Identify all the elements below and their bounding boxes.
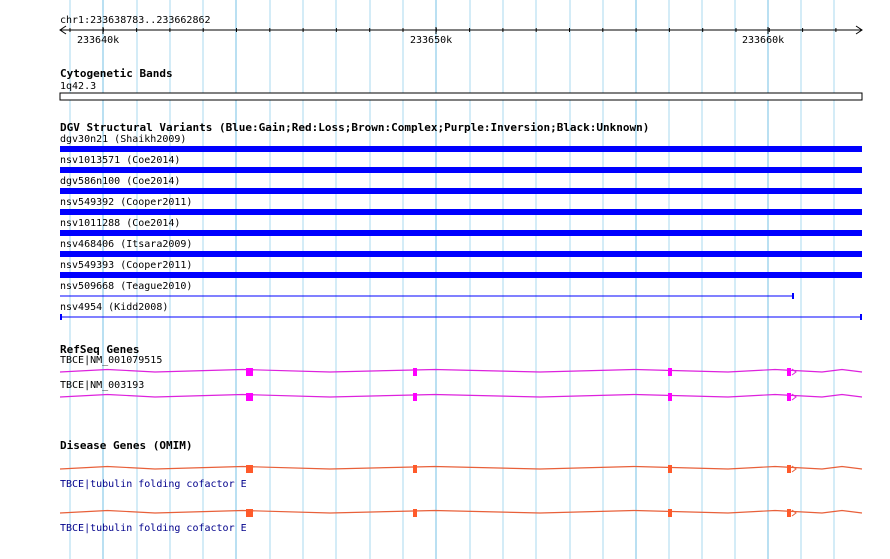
dgv-variant-label: nsv509668 (Teague2010) xyxy=(60,281,193,292)
exon-block[interactable] xyxy=(413,393,417,401)
intron-line xyxy=(59,465,863,470)
dgv-gain-bar[interactable] xyxy=(60,209,862,215)
dgv-variant-label: nsv549392 (Cooper2011) xyxy=(60,197,193,208)
omim-gene-model[interactable] xyxy=(0,506,890,520)
dgv-gain-bar[interactable] xyxy=(60,251,862,257)
refseq-transcript-model[interactable] xyxy=(0,365,890,379)
cytoband-rect xyxy=(59,92,863,101)
exon-block[interactable] xyxy=(246,393,253,401)
dgv-gain-bar[interactable] xyxy=(60,272,862,278)
dgv-variant-feature[interactable] xyxy=(0,314,890,324)
intron-line xyxy=(59,368,863,373)
dgv-gain-bar[interactable] xyxy=(60,188,862,194)
intron-line xyxy=(59,393,863,398)
strand-arrow-icon xyxy=(791,368,797,376)
ruler-tick-label-1: 233640k xyxy=(77,35,120,46)
cytoband-track-title: Cytogenetic Bands xyxy=(60,67,173,80)
dgv-gain-bar[interactable] xyxy=(60,167,862,173)
dgv-variant-label: nsv1011288 (Coe2014) xyxy=(60,218,181,229)
omim-gene-label[interactable]: TBCE|tubulin folding cofactor E xyxy=(60,523,247,534)
exon-block[interactable] xyxy=(246,509,253,517)
dgv-variant-label: dgv586n100 (Coe2014) xyxy=(60,176,181,187)
exon-block[interactable] xyxy=(413,368,417,376)
omim-gene-model[interactable] xyxy=(0,462,890,476)
dgv-variant-label: nsv1013571 (Coe2014) xyxy=(60,155,181,166)
exon-block[interactable] xyxy=(668,465,672,473)
exon-block[interactable] xyxy=(787,465,791,473)
exon-block[interactable] xyxy=(413,509,417,517)
ruler-tick-label-2: 233650k xyxy=(410,35,453,46)
exon-block[interactable] xyxy=(668,368,672,376)
dgv-track-title: DGV Structural Variants (Blue:Gain;Red:L… xyxy=(60,121,650,134)
refseq-transcript-model[interactable] xyxy=(0,390,890,404)
dgv-variant-label: nsv468406 (Itsara2009) xyxy=(60,239,193,250)
omim-gene-label[interactable]: TBCE|tubulin folding cofactor E xyxy=(60,479,247,490)
genome-browser-panel: chr1:233638783..233662862 233640k 233650… xyxy=(0,0,890,559)
ruler-tick-label-3: 233660k xyxy=(742,35,785,46)
exon-block[interactable] xyxy=(787,509,791,517)
exon-block[interactable] xyxy=(668,509,672,517)
exon-block[interactable] xyxy=(413,465,417,473)
exon-block[interactable] xyxy=(668,393,672,401)
dgv-variant-label: dgv30n21 (Shaikh2009) xyxy=(60,134,187,145)
cytoband-bar[interactable] xyxy=(0,90,890,102)
exon-block[interactable] xyxy=(787,393,791,401)
exon-block[interactable] xyxy=(246,465,253,473)
omim-track-title: Disease Genes (OMIM) xyxy=(60,439,193,452)
dgv-variant-label: nsv549393 (Cooper2011) xyxy=(60,260,193,271)
strand-arrow-icon xyxy=(791,393,797,401)
intron-line xyxy=(59,509,863,514)
strand-arrow-icon xyxy=(791,509,797,517)
dgv-gain-bar[interactable] xyxy=(60,146,862,152)
exon-block[interactable] xyxy=(787,368,791,376)
exon-block[interactable] xyxy=(246,368,253,376)
dgv-gain-bar[interactable] xyxy=(60,230,862,236)
strand-arrow-icon xyxy=(791,465,797,473)
dgv-variant-label: nsv4954 (Kidd2008) xyxy=(60,302,169,313)
